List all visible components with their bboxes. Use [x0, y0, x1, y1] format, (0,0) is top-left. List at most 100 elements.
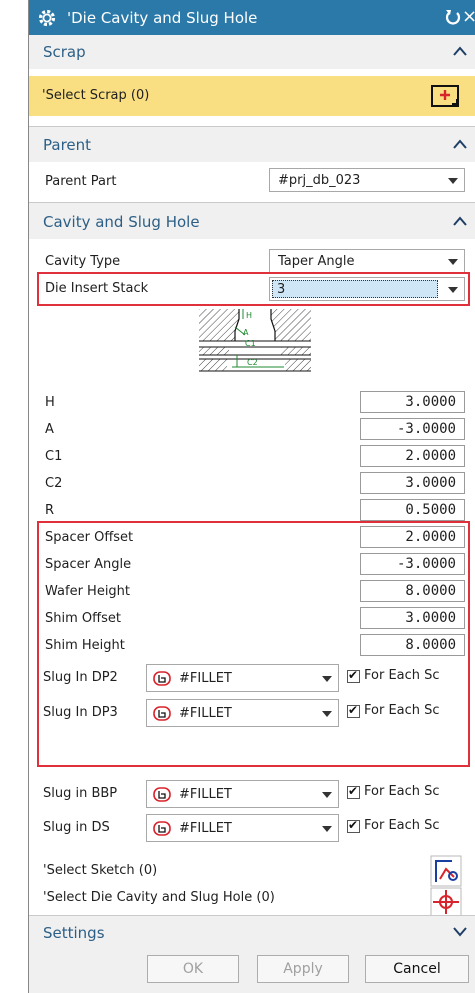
apply-button[interactable]: Apply [257, 955, 349, 983]
spacer-offset-input[interactable]: 2.0000 [360, 526, 465, 548]
cavity-type-dropdown[interactable]: Taper Angle [269, 249, 465, 273]
parent-header-label: Parent [43, 136, 92, 154]
select-sketch-row[interactable]: 'Select Sketch (0) [29, 852, 475, 888]
spacer-angle-label: Spacer Angle [45, 557, 132, 572]
wafer-height-input[interactable]: 8.0000 [360, 580, 465, 602]
cancel-button[interactable]: Cancel [365, 955, 469, 983]
spacer-offset-label: Spacer Offset [45, 530, 134, 545]
param-label-r: R [45, 503, 55, 518]
chevron-up-icon[interactable] [453, 46, 467, 56]
chevron-up-icon[interactable] [453, 139, 467, 149]
separator [29, 126, 475, 127]
slug-dp3-label: Slug In DP3 [43, 705, 118, 720]
param-input-h[interactable]: 3.0000 [360, 391, 465, 413]
chevron-down-icon [322, 711, 332, 717]
point-target-icon[interactable] [430, 887, 462, 917]
slug-bbp-label: Slug in BBP [43, 786, 118, 801]
scrap-section-header[interactable]: Scrap [29, 35, 475, 69]
slug-bbp-value: #FILLET [179, 787, 232, 802]
select-scrap-label: 'Select Scrap (0) [42, 88, 150, 103]
die-cavity-dialog: 'Die Cavity and Slug Hole × Scrap 'Selec… [28, 0, 475, 993]
fillet-icon [153, 787, 171, 802]
slug-dp3-dropdown[interactable]: #FILLET [146, 699, 339, 727]
select-cavity-label: 'Select Die Cavity and Slug Hole (0) [43, 890, 275, 905]
parent-part-value: #prj_db_023 [278, 173, 361, 188]
chevron-down-icon [448, 178, 458, 184]
param-input-c2[interactable]: 3.0000 [360, 472, 465, 494]
die-insert-stack-label: Die Insert Stack [45, 281, 149, 296]
param-label-a: A [45, 422, 54, 437]
fillet-icon [153, 671, 171, 686]
cavity-section-body: Cavity Type Taper Angle Die Insert Stack… [29, 239, 475, 915]
slug-ds-label: Slug in DS [43, 820, 110, 835]
close-icon[interactable]: × [462, 6, 475, 27]
fillet-icon [153, 706, 171, 721]
shim-offset-label: Shim Offset [45, 611, 121, 626]
shim-offset-input[interactable]: 3.0000 [360, 607, 465, 629]
slug-dp3-value: #FILLET [179, 706, 232, 721]
slug-dp2-checkbox[interactable] [347, 668, 360, 683]
shim-height-input[interactable]: 8.0000 [360, 634, 465, 656]
select-sketch-label: 'Select Sketch (0) [43, 863, 158, 878]
slug-dp3-check-label: For Each Sc [364, 703, 440, 718]
diagram-label-c1: C1 [245, 339, 256, 348]
shim-height-label: Shim Height [45, 638, 125, 653]
param-input-a[interactable]: -3.0000 [360, 418, 465, 440]
cavity-type-label: Cavity Type [45, 254, 121, 269]
wafer-height-label: Wafer Height [45, 584, 131, 599]
cavity-header-label: Cavity and Slug Hole [43, 213, 200, 231]
param-label-h: H [45, 395, 55, 410]
chevron-down-icon [448, 287, 458, 293]
slug-dp2-label: Slug In DP2 [43, 670, 118, 685]
slug-bbp-check-label: For Each Sc [364, 784, 440, 799]
scrap-header-label: Scrap [43, 43, 86, 61]
chevron-down-icon[interactable] [453, 927, 467, 937]
add-scrap-icon[interactable] [430, 83, 460, 109]
ok-button[interactable]: OK [147, 955, 239, 983]
param-input-c1[interactable]: 2.0000 [360, 445, 465, 467]
diagram-label-h: H [246, 311, 252, 320]
cavity-section-header[interactable]: Cavity and Slug Hole [29, 205, 475, 239]
diagram-label-a: A [243, 328, 249, 337]
settings-header-label: Settings [43, 924, 105, 942]
param-label-c2: C2 [45, 476, 63, 491]
select-scrap-row[interactable]: 'Select Scrap (0) [29, 76, 475, 116]
die-insert-stack-value: 3 [277, 282, 286, 297]
parent-part-label: Parent Part [45, 174, 117, 189]
chevron-down-icon [448, 259, 458, 265]
title-bar: 'Die Cavity and Slug Hole × [29, 0, 475, 35]
slug-ds-value: #FILLET [179, 821, 232, 836]
gear-icon[interactable] [37, 8, 57, 28]
slug-dp3-checkbox[interactable] [347, 703, 360, 718]
slug-ds-dropdown[interactable]: #FILLET [146, 814, 339, 842]
slug-bbp-checkbox[interactable] [347, 784, 360, 799]
settings-section-header[interactable]: Settings [29, 916, 475, 950]
spacer-angle-input[interactable]: -3.0000 [360, 553, 465, 575]
parent-section-body: Parent Part #prj_db_023 [29, 162, 475, 202]
chevron-down-icon [322, 676, 332, 682]
diagram-label-c2: C2 [247, 358, 258, 367]
fillet-icon [153, 821, 171, 836]
scrap-section-body: 'Select Scrap (0) [29, 69, 475, 126]
slug-dp2-check-label: For Each Sc [364, 668, 440, 683]
reset-icon[interactable] [445, 8, 461, 26]
cavity-diagram: H A C1 C2 [199, 309, 311, 372]
chevron-down-icon [322, 792, 332, 798]
chevron-up-icon[interactable] [453, 216, 467, 226]
die-insert-stack-dropdown[interactable]: 3 [269, 277, 465, 301]
parent-part-dropdown[interactable]: #prj_db_023 [269, 168, 465, 192]
parent-section-header[interactable]: Parent [29, 128, 475, 162]
select-cavity-row[interactable]: 'Select Die Cavity and Slug Hole (0) [29, 888, 475, 915]
slug-dp2-value: #FILLET [179, 671, 232, 686]
slug-dp2-dropdown[interactable]: #FILLET [146, 664, 339, 692]
param-label-c1: C1 [45, 449, 63, 464]
die-insert-stack-focus [272, 280, 438, 298]
param-input-r[interactable]: 0.5000 [360, 499, 465, 521]
chevron-down-icon [322, 826, 332, 832]
sketch-icon[interactable] [430, 855, 462, 887]
dialog-title: 'Die Cavity and Slug Hole [67, 9, 258, 27]
slug-ds-checkbox[interactable] [347, 818, 360, 833]
slug-ds-check-label: For Each Sc [364, 818, 440, 833]
slug-bbp-dropdown[interactable]: #FILLET [146, 780, 339, 808]
cavity-type-value: Taper Angle [278, 254, 355, 269]
